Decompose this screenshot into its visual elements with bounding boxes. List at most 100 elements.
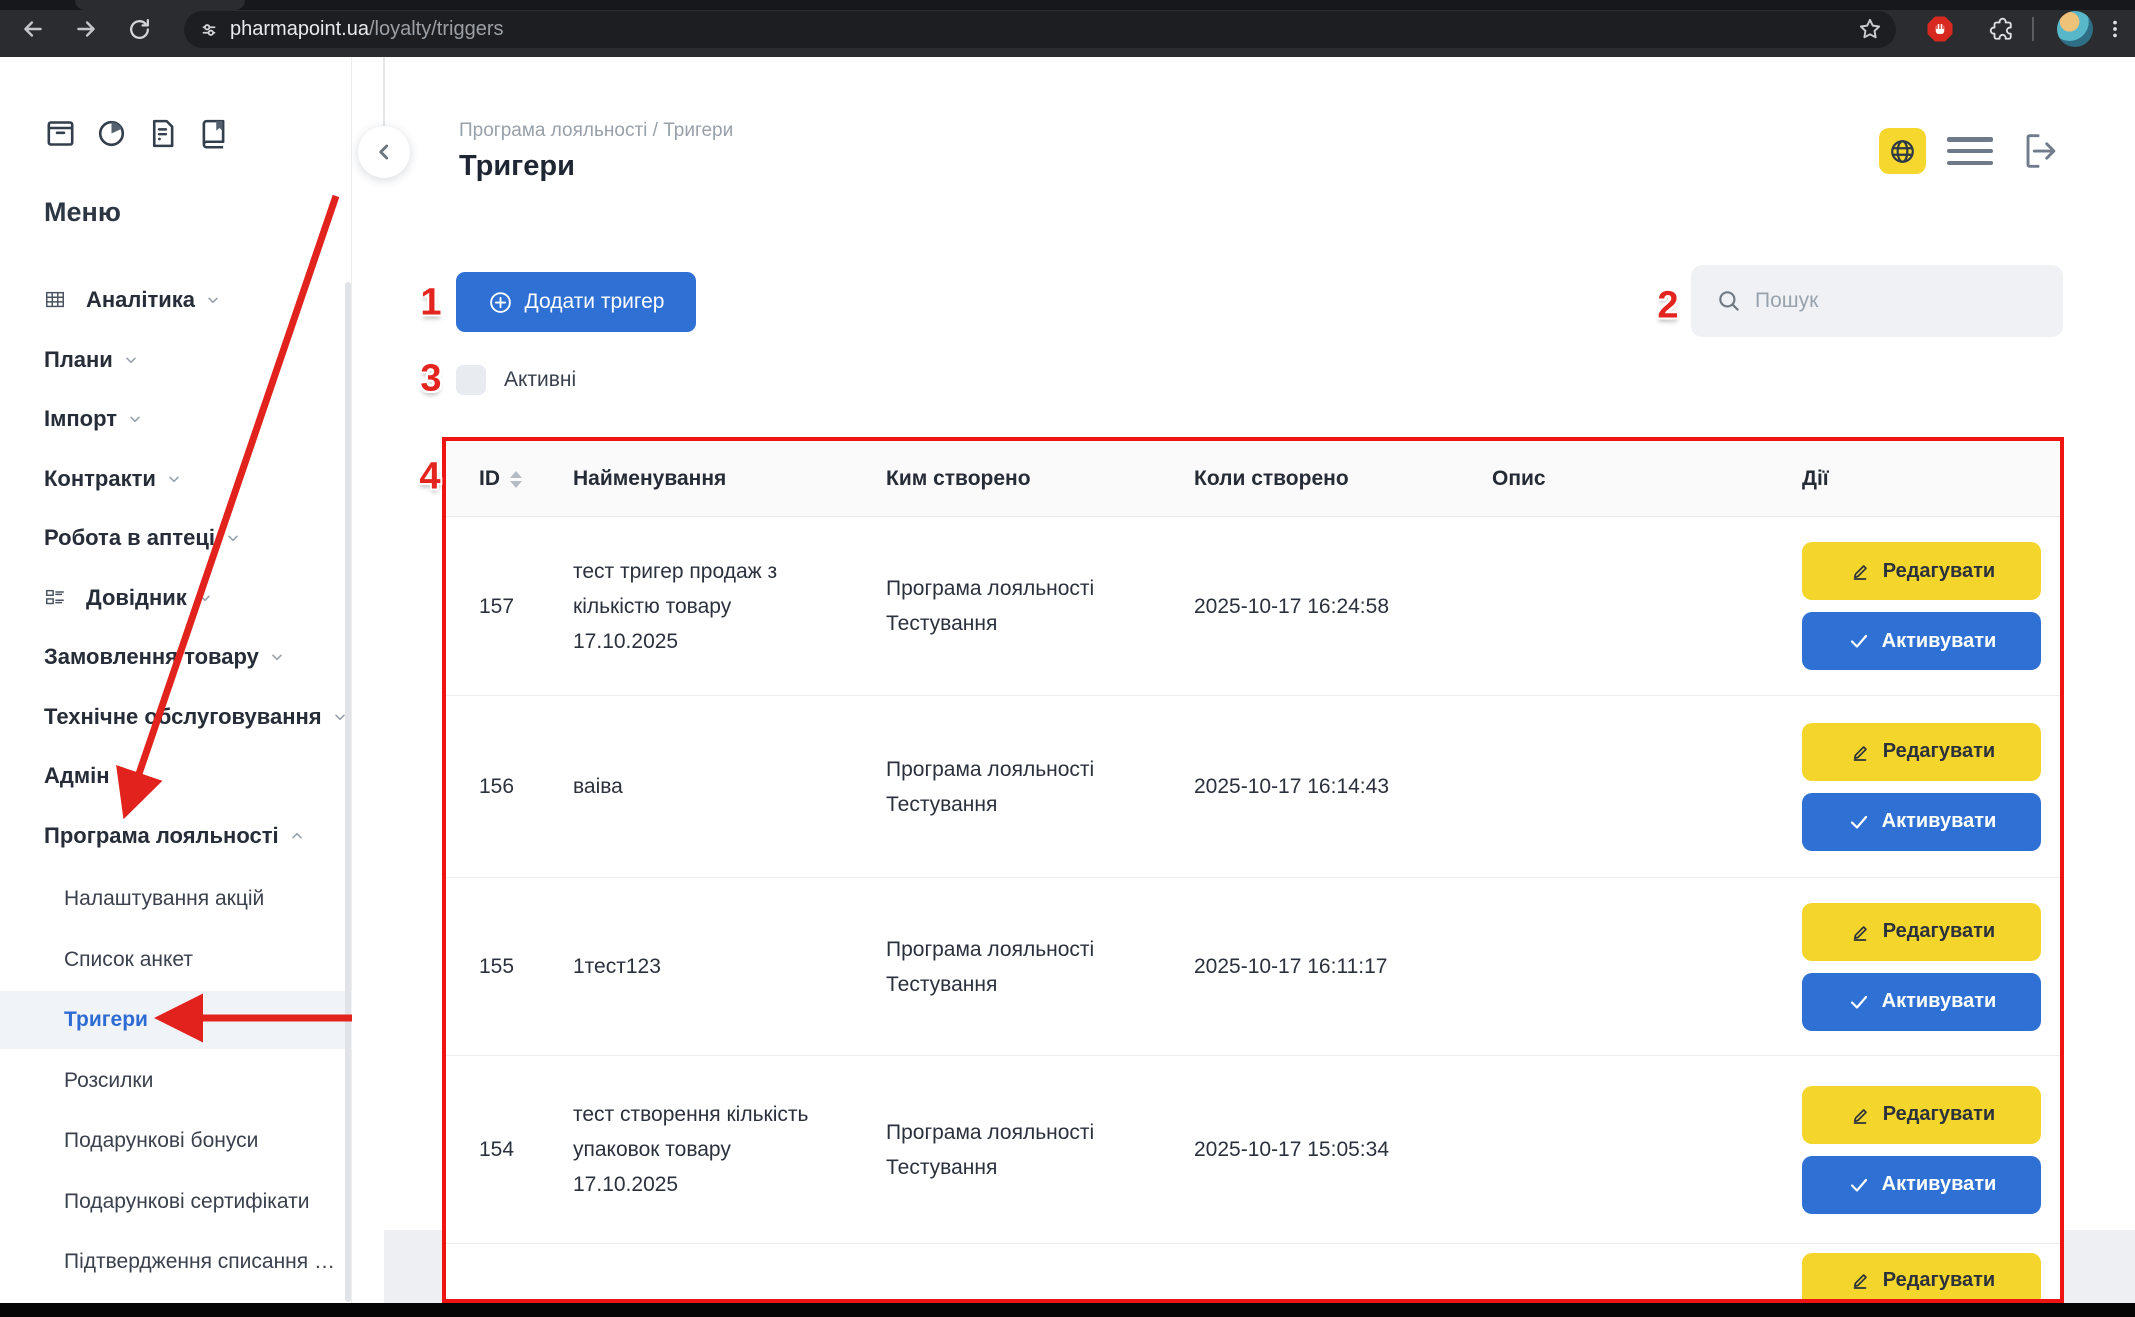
sidebar-item-label: Технічне обслуговування (44, 704, 322, 730)
url-bar[interactable]: pharmapoint.ua/loyalty/triggers (184, 11, 1896, 48)
cell-name: 1тест123 (573, 878, 818, 1055)
sidebar-item-1[interactable]: Плани (0, 331, 352, 389)
annotation-rectangle-table: IDНайменуванняКим створеноКоли створеноО… (442, 437, 2064, 1303)
browser-active-tab[interactable] (75, 0, 245, 10)
cell-id: 157 (479, 517, 549, 695)
sidebar-subitem-2-active[interactable]: Тригери (0, 991, 352, 1049)
breadcrumb[interactable]: Програма лояльності / Тригери (459, 120, 733, 142)
chevron-down-icon (123, 352, 139, 368)
annotation-number-2: 2 (1657, 285, 1678, 328)
back-arrow-icon (20, 16, 46, 42)
sidebar-item-label: Довідник (86, 585, 187, 611)
edit-button-label: Редагувати (1883, 1103, 1995, 1126)
edit-pencil-icon (1848, 559, 1872, 583)
sidebar-subitem-3[interactable]: Розсилки (0, 1052, 352, 1110)
column-header-5: Дії (1802, 441, 1829, 517)
logout-button[interactable] (2016, 126, 2064, 176)
table-row-partial: РедагуватиАктивувати (446, 1243, 2060, 1303)
edit-button-label: Редагувати (1883, 920, 1995, 943)
sidebar-subitem-0[interactable]: Налаштування акцій (0, 870, 352, 928)
sidebar-subitem-6[interactable]: Підтвердження списання бону… (0, 1233, 352, 1291)
language-globe-button[interactable] (1879, 128, 1926, 174)
add-trigger-button[interactable]: Додати тригер (456, 272, 696, 332)
site-settings-icon[interactable] (198, 19, 220, 41)
activate-button-label: Активувати (1882, 990, 1997, 1013)
bookmark-star-icon (1857, 16, 1883, 42)
sort-icon[interactable] (510, 471, 522, 488)
activate-button[interactable]: Активувати (1802, 793, 2041, 851)
sidebar-item-0[interactable]: Аналітика (0, 271, 352, 329)
edit-button[interactable]: Редагувати (1802, 542, 2041, 600)
edit-button[interactable]: Редагувати (1802, 1086, 2041, 1144)
sidebar-item-2[interactable]: Імпорт (0, 390, 352, 448)
pie-chart-icon[interactable] (95, 117, 128, 150)
cell-created-by: Програма лояльності Тестування (886, 1056, 1121, 1243)
sidebar-app-icons (44, 117, 230, 150)
sidebar-subitem-5[interactable]: Подарункові сертифікати (0, 1173, 352, 1231)
cell-name: тест створення кількість упаковок товару… (573, 1056, 818, 1243)
archive-box-icon[interactable] (44, 117, 77, 150)
sidebar-item-8[interactable]: Адмін (0, 747, 352, 805)
sidebar-subitem-1[interactable]: Список анкет (0, 931, 352, 989)
cell-actions: Редагувати Активувати (1802, 696, 2041, 877)
search-input[interactable] (1755, 289, 2035, 313)
browser-menu-button[interactable] (2096, 11, 2134, 47)
chevron-down-icon (269, 649, 285, 665)
chevron-up-icon (289, 828, 305, 844)
sidebar-collapse-button[interactable] (358, 126, 410, 178)
activate-button[interactable]: Активувати (1802, 973, 2041, 1031)
check-icon (1847, 990, 1871, 1014)
edit-button[interactable]: Редагувати (1802, 903, 2041, 961)
active-filter-label: Активні (504, 368, 576, 392)
back-button[interactable] (15, 11, 51, 47)
adblock-extension-button[interactable] (1921, 11, 1959, 47)
edit-button-label: Редагувати (1883, 560, 1995, 583)
activate-button[interactable]: Активувати (1802, 1156, 2041, 1214)
cell-actions: РедагуватиАктивувати (1802, 1244, 2041, 1303)
cell-created-at: 2025-10-17 15:05:34 (1194, 1056, 1484, 1243)
sidebar-item-3[interactable]: Контракти (0, 450, 352, 508)
sidebar-item-7[interactable]: Технічне обслуговування (0, 688, 352, 746)
cell-description (1492, 696, 1772, 877)
sidebar-scrollbar[interactable] (345, 282, 351, 1302)
active-checkbox[interactable] (456, 365, 486, 395)
extensions-button[interactable] (1982, 11, 2020, 47)
edit-button[interactable]: Редагувати (1802, 723, 2041, 781)
chevron-down-icon (127, 411, 143, 427)
activate-button-label: Активувати (1882, 1173, 1997, 1196)
browser-toolbar: pharmapoint.ua/loyalty/triggers (0, 0, 2135, 57)
chevron-down-icon (166, 471, 182, 487)
column-header-0[interactable]: ID (479, 441, 522, 517)
sidebar-item-label: Плани (44, 347, 113, 373)
sidebar-item-9[interactable]: Програма лояльності (0, 807, 352, 865)
edit-button[interactable]: Редагувати (1802, 1253, 2041, 1303)
sidebar-item-label: Адмін (44, 763, 110, 789)
cell-actions: Редагувати Активувати (1802, 878, 2041, 1055)
book-icon[interactable] (197, 117, 230, 150)
document-icon[interactable] (146, 117, 179, 150)
adblock-stop-hand-icon (1925, 14, 1955, 44)
activate-button[interactable]: Активувати (1802, 612, 2041, 670)
sidebar-item-label: Програма лояльності (44, 823, 279, 849)
sidebar-item-label: Аналітика (86, 287, 195, 313)
three-dots-icon (2104, 18, 2126, 40)
forward-button[interactable] (68, 11, 104, 47)
cell-created-by: Програма лояльності Тестування (886, 696, 1121, 877)
profile-avatar[interactable] (2057, 11, 2093, 47)
cell-name (573, 1244, 818, 1303)
cell-id: 155 (479, 878, 549, 1055)
sidebar-subitem-4[interactable]: Подарункові бонуси (0, 1112, 352, 1170)
reload-button[interactable] (121, 11, 157, 47)
sidebar-item-6[interactable]: Замовлення товару (0, 628, 352, 686)
check-icon (1847, 629, 1871, 653)
sidebar-item-5[interactable]: Довідник (0, 569, 352, 627)
extensions-puzzle-icon (1988, 16, 2014, 42)
cell-created-at (1194, 1244, 1484, 1303)
sidebar-subitem-label: Тригери (64, 1008, 148, 1032)
cell-id: 156 (479, 696, 549, 877)
sidebar-subitem-label: Подарункові бонуси (64, 1129, 258, 1153)
cell-created-by: Програма лояльності Тестування (886, 517, 1121, 695)
bookmark-button[interactable] (1851, 11, 1889, 47)
sidebar-item-4[interactable]: Робота в аптеці (0, 509, 352, 567)
menu-lines-button[interactable] (1947, 137, 1993, 165)
